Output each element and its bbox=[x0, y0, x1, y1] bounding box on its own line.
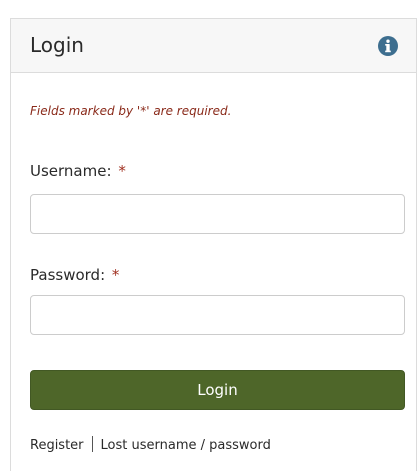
register-link[interactable]: Register bbox=[30, 438, 84, 453]
username-label: Username: * bbox=[30, 161, 126, 181]
panel-header: Login bbox=[11, 19, 416, 73]
password-input[interactable] bbox=[30, 295, 405, 335]
required-fields-note: Fields marked by '*' are required. bbox=[30, 104, 232, 118]
panel-title: Login bbox=[30, 33, 84, 57]
password-label: Password: * bbox=[30, 265, 119, 285]
required-marker: * bbox=[118, 162, 126, 180]
username-input[interactable] bbox=[30, 194, 405, 234]
lost-credentials-link[interactable]: Lost username / password bbox=[101, 438, 271, 453]
login-button[interactable]: Login bbox=[30, 370, 405, 410]
required-marker: * bbox=[111, 266, 120, 284]
info-icon[interactable] bbox=[377, 35, 399, 57]
link-separator bbox=[91, 436, 93, 452]
password-label-text: Password: bbox=[30, 266, 106, 284]
login-panel: Login Fields marked by '*' are required.… bbox=[10, 18, 417, 471]
username-label-text: Username: bbox=[30, 162, 112, 180]
account-links: Register Lost username / password bbox=[30, 436, 271, 455]
